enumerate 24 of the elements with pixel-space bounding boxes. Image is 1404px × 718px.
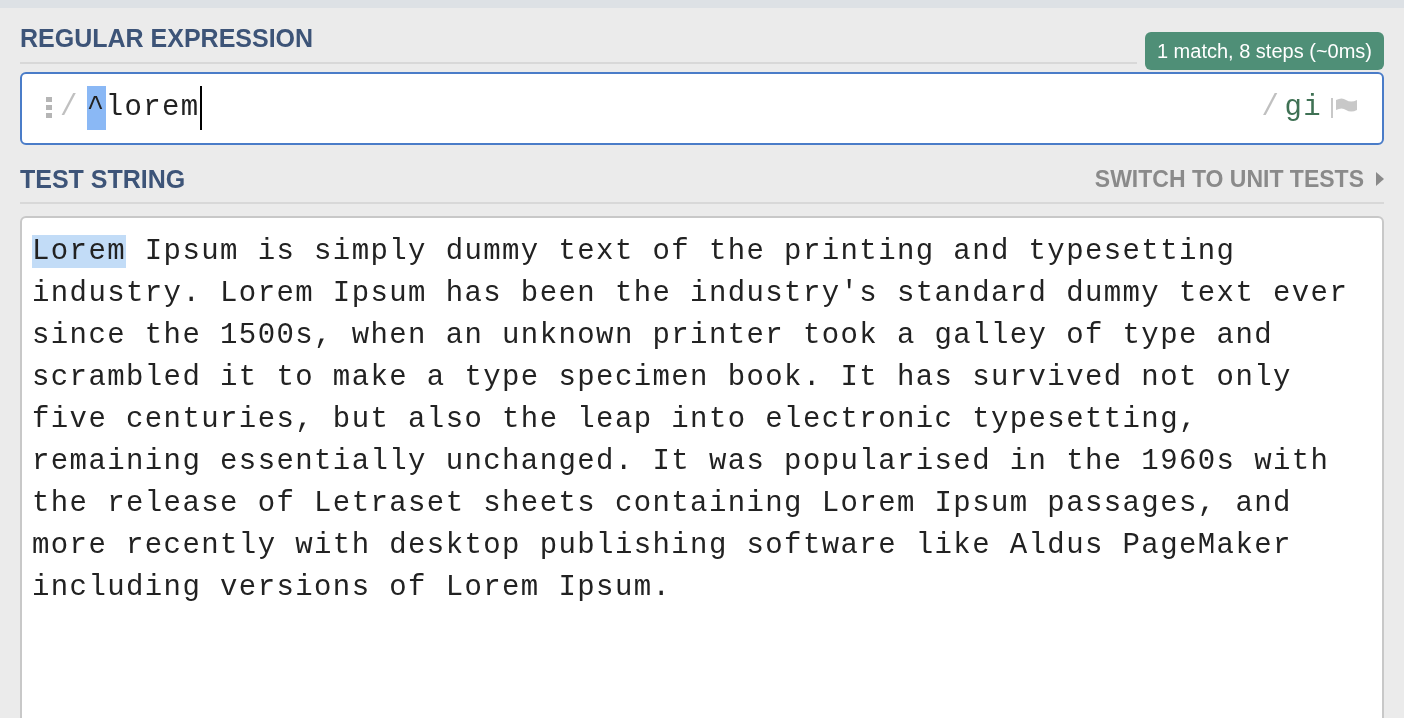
pattern-text: lorem: [105, 86, 202, 130]
flags-text[interactable]: gi: [1284, 86, 1322, 130]
match-info: 1 match, 8 steps (~0ms): [1144, 31, 1384, 70]
text-line: since the 1500s, when an unknown printer took a galley of type and: [32, 319, 1273, 352]
text-line: scrambled it to make a type specimen book. It has survived not only: [32, 361, 1292, 394]
text-line: remaining essentially unchanged. It was popularised in the 1960s with: [32, 445, 1330, 478]
caret-icon: [1376, 172, 1384, 187]
text-line: the release of Letraset sheets containing Lorem Ipsum passages, and: [32, 487, 1292, 520]
delimiter: /: [60, 90, 79, 127]
test-string-area[interactable]: [20, 216, 1384, 718]
match-highlight: Lorem: [32, 235, 126, 268]
drag-handle-icon[interactable]: [46, 97, 52, 119]
text-line: including versions of Lorem Ipsum.: [32, 571, 672, 604]
anchor-token: ^: [86, 86, 106, 130]
text-line: industry. Lorem Ipsum has been the industry's standard dummy text ever: [32, 277, 1349, 310]
flag-icon[interactable]: [1330, 97, 1358, 119]
text-line: Ipsum is simply dummy text of the printing and typesetting: [143, 235, 1236, 268]
regex-field[interactable]: / ^lorem /gi: [20, 71, 1384, 145]
switch-to-unit-tests-link[interactable]: SWITCH TO UNIT TESTS: [1094, 162, 1384, 197]
text-line: five centuries, but also the leap into electronic typesetting,: [32, 403, 1198, 436]
section-title: TEST STRING: [20, 163, 186, 195]
section-title: REGULAR EXPRESSION: [20, 24, 314, 52]
delimiter: /: [1261, 90, 1281, 127]
text-line: more recently with desktop publishing software like Aldus PageMaker: [32, 529, 1292, 562]
